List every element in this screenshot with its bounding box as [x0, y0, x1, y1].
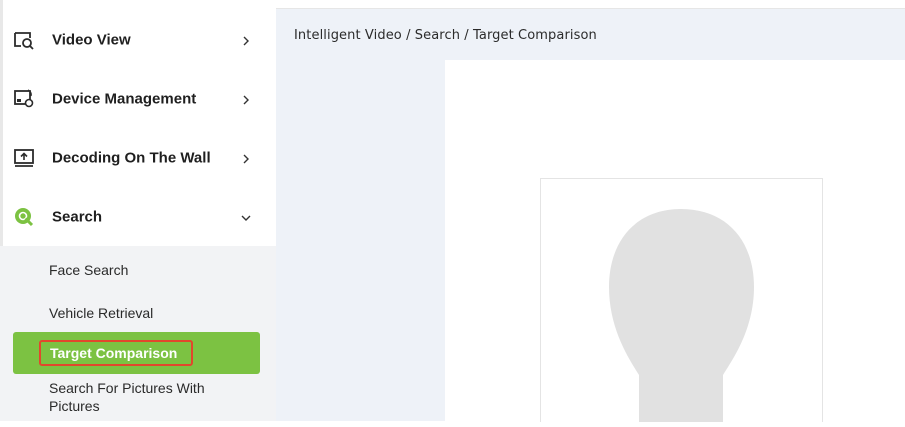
sidebar-item-video-view[interactable]: Video View — [0, 12, 276, 68]
submenu-item-label: Target Comparison — [50, 345, 178, 361]
submenu-item-face-search[interactable]: Face Search — [49, 262, 128, 278]
sidebar-item-label: Device Management — [52, 90, 197, 108]
sidebar-item-label: Search — [52, 208, 103, 226]
submenu-item-vehicle-retrieval[interactable]: Vehicle Retrieval — [49, 305, 153, 321]
video-view-icon — [13, 29, 35, 51]
sidebar-item-decoding-on-the-wall[interactable]: Decoding On The Wall — [0, 130, 276, 186]
sidebar-item-search[interactable]: Search — [0, 189, 276, 245]
main-content: Intelligent Video / Search / Target Comp… — [276, 9, 905, 422]
sidebar-item-label: Decoding On The Wall — [52, 149, 211, 167]
chevron-right-icon — [240, 152, 252, 164]
submenu-item-search-pictures-with-pictures[interactable]: Search For Pictures With Pictures — [49, 379, 249, 415]
sidebar-item-device-management[interactable]: Device Management — [0, 71, 276, 127]
submenu-item-target-comparison[interactable]: Target Comparison — [13, 332, 260, 374]
chevron-right-icon — [240, 34, 252, 46]
decoding-wall-icon — [13, 147, 35, 169]
comparison-panel — [445, 60, 905, 422]
photo-upload-area[interactable] — [540, 178, 823, 422]
device-management-icon — [13, 88, 35, 110]
chevron-down-icon — [240, 211, 252, 223]
sidebar-item-label: Video View — [52, 31, 131, 49]
search-icon — [13, 206, 35, 228]
chevron-right-icon — [240, 93, 252, 105]
avatar-placeholder-icon — [541, 179, 822, 427]
breadcrumb: Intelligent Video / Search / Target Comp… — [294, 28, 597, 43]
sidebar: Video View Device Management Decoding On… — [0, 0, 276, 421]
